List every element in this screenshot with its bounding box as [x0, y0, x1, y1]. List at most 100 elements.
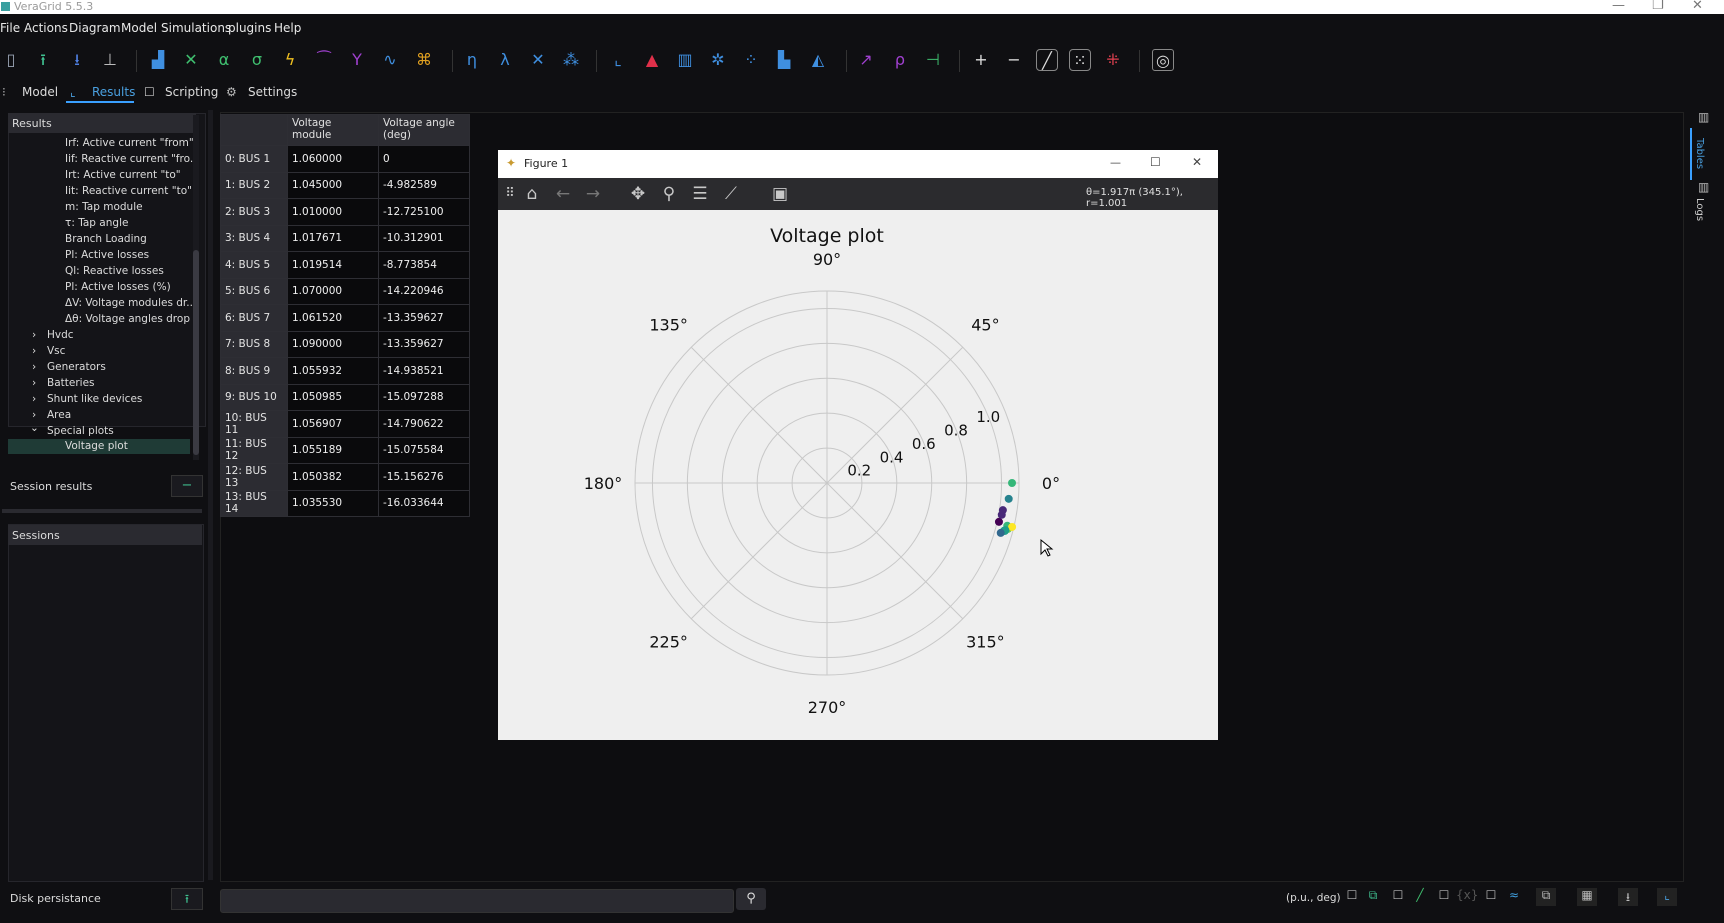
- cell-voltage-angle[interactable]: -12.725100: [378, 198, 470, 226]
- row-header[interactable]: 12: BUS 13: [220, 463, 288, 491]
- row-header[interactable]: 11: BUS 12: [220, 436, 288, 464]
- row-header[interactable]: 9: BUS 10: [220, 383, 288, 411]
- checkbox-icon[interactable]: ☐: [1481, 888, 1501, 906]
- menu-diagram[interactable]: Diagram: [69, 21, 121, 35]
- table-row[interactable]: 12: BUS 13 1.050382 -15.156276: [220, 463, 470, 491]
- wave-status-icon[interactable]: ≈: [1504, 888, 1524, 906]
- cell-voltage-angle[interactable]: -13.359627: [378, 330, 470, 358]
- tree-item[interactable]: ΔV: Voltage modules dr...: [65, 297, 196, 309]
- chevron-right-icon[interactable]: ›: [32, 361, 36, 373]
- sparkle-icon[interactable]: ✲: [707, 49, 729, 71]
- cell-voltage-angle[interactable]: -4.982589: [378, 171, 470, 199]
- cell-voltage-angle[interactable]: -8.773854: [378, 251, 470, 279]
- restore-window-icon[interactable]: ❐: [1652, 0, 1664, 13]
- chart-axis-icon[interactable]: ⌞: [607, 49, 629, 71]
- tree-group-area[interactable]: Area: [47, 409, 71, 421]
- cell-voltage-module[interactable]: 1.061520: [287, 304, 379, 332]
- zoom-icon[interactable]: ⚲: [657, 182, 681, 206]
- figure-close-icon[interactable]: ✕: [1192, 155, 1202, 169]
- new-file-icon[interactable]: ▯: [0, 49, 22, 71]
- close-window-icon[interactable]: ✕: [1692, 0, 1703, 13]
- checkbox-icon[interactable]: ☐: [1342, 888, 1362, 906]
- cell-voltage-module[interactable]: 1.019514: [287, 251, 379, 279]
- minimize-window-icon[interactable]: —: [1612, 0, 1625, 13]
- session-results-collapse-button[interactable]: −: [171, 475, 203, 497]
- chevron-right-icon[interactable]: ›: [32, 377, 36, 389]
- cell-voltage-angle[interactable]: -16.033644: [378, 489, 470, 517]
- row-header[interactable]: 2: BUS 3: [220, 198, 288, 226]
- menu-file[interactable]: File: [0, 21, 20, 35]
- save-file-icon[interactable]: ⭳: [66, 49, 88, 71]
- menu-simulations[interactable]: Simulations: [161, 21, 231, 35]
- export-icon[interactable]: ⊥: [99, 49, 121, 71]
- zoom-out-icon[interactable]: −: [1003, 49, 1025, 71]
- tables-dock-icon[interactable]: ▥: [1698, 110, 1709, 124]
- forward-icon[interactable]: →: [581, 182, 605, 206]
- zoom-in-icon[interactable]: +: [970, 49, 992, 71]
- tree-item[interactable]: Δθ: Voltage angles drop: [65, 313, 190, 325]
- row-header[interactable]: 7: BUS 8: [220, 330, 288, 358]
- tree-item[interactable]: m: Tap module: [65, 201, 143, 213]
- row-header[interactable]: 4: BUS 5: [220, 251, 288, 279]
- transform-icon[interactable]: ⧉: [1363, 888, 1383, 906]
- scatter-icon[interactable]: ⁘: [740, 49, 762, 71]
- tab-model[interactable]: Model: [22, 85, 58, 99]
- alpha-icon[interactable]: α: [213, 49, 235, 71]
- bracket-icon[interactable]: {x}: [1456, 888, 1478, 906]
- tree-group-shunt[interactable]: Shunt like devices: [47, 393, 142, 405]
- row-header[interactable]: 1: BUS 2: [220, 171, 288, 199]
- tool-3-icon[interactable]: ⊣: [922, 49, 944, 71]
- cell-voltage-module[interactable]: 1.055189: [287, 436, 379, 464]
- tree-scrollbar-thumb[interactable]: [193, 250, 199, 455]
- y-icon[interactable]: Y: [346, 49, 368, 71]
- splitter[interactable]: [2, 509, 202, 513]
- voltage-polar-plot[interactable]: Voltage plot 0° 45° 90° 135° 180° 225° 270° 315°…: [498, 210, 1218, 740]
- cell-voltage-module[interactable]: 1.070000: [287, 277, 379, 305]
- tree-item[interactable]: τ: Tap angle: [65, 217, 128, 229]
- table-row[interactable]: 4: BUS 5 1.019514 -8.773854: [220, 251, 470, 279]
- cell-voltage-angle[interactable]: -14.790622: [378, 410, 470, 438]
- cell-voltage-module[interactable]: 1.045000: [287, 171, 379, 199]
- tree-item[interactable]: Irt: Active current "to": [65, 169, 181, 181]
- cell-voltage-angle[interactable]: -15.075584: [378, 436, 470, 464]
- tree-group-special-plots[interactable]: Special plots: [47, 425, 114, 437]
- chevron-down-icon[interactable]: ⌄: [30, 422, 39, 434]
- table-row[interactable]: 1: BUS 2 1.045000 -4.982589: [220, 171, 470, 199]
- curve-icon[interactable]: ⁀: [313, 49, 335, 71]
- pan-icon[interactable]: ✥: [626, 182, 650, 206]
- clear-icon[interactable]: ⁜: [1102, 49, 1124, 71]
- menu-plugins[interactable]: plugins: [228, 21, 271, 35]
- chart-icon[interactable]: ⌞: [1657, 888, 1677, 906]
- tab-settings[interactable]: Settings: [248, 85, 297, 99]
- wave-icon[interactable]: ∿: [379, 49, 401, 71]
- search-button[interactable]: ⚲: [736, 888, 766, 910]
- row-header[interactable]: 5: BUS 6: [220, 277, 288, 305]
- cell-voltage-angle[interactable]: -14.220946: [378, 277, 470, 305]
- cell-voltage-module[interactable]: 1.060000: [287, 145, 379, 173]
- select-icon[interactable]: ⁙: [1069, 49, 1091, 71]
- menu-help[interactable]: Help: [274, 21, 301, 35]
- bug-icon[interactable]: ⌘: [413, 49, 435, 71]
- cell-voltage-angle[interactable]: -13.359627: [378, 304, 470, 332]
- slash-icon[interactable]: ╱: [1036, 49, 1058, 71]
- tree-item[interactable]: Branch Loading: [65, 233, 147, 245]
- tool-1-icon[interactable]: ↗: [855, 49, 877, 71]
- cell-voltage-module[interactable]: 1.010000: [287, 198, 379, 226]
- tool-2-icon[interactable]: ρ: [889, 49, 911, 71]
- cell-voltage-module[interactable]: 1.050985: [287, 383, 379, 411]
- download-icon[interactable]: ⭳: [1618, 888, 1638, 906]
- table-row[interactable]: 8: BUS 9 1.055932 -14.938521: [220, 357, 470, 385]
- chevron-right-icon[interactable]: ›: [32, 345, 36, 357]
- cell-voltage-module[interactable]: 1.056907: [287, 410, 379, 438]
- cell-voltage-angle[interactable]: -14.938521: [378, 357, 470, 385]
- open-file-icon[interactable]: ⭱: [32, 49, 54, 71]
- row-header[interactable]: 6: BUS 7: [220, 304, 288, 332]
- column-header-voltage-module[interactable]: Voltage module: [287, 114, 379, 146]
- bars-icon[interactable]: ▥: [674, 49, 696, 71]
- table-row[interactable]: 11: BUS 12 1.055189 -15.075584: [220, 436, 470, 464]
- vertical-splitter[interactable]: [208, 110, 213, 880]
- cluster-icon[interactable]: ⁂: [560, 49, 582, 71]
- tree-group-hvdc[interactable]: Hvdc: [47, 329, 74, 341]
- tree-item[interactable]: Iif: Reactive current "fro...: [65, 153, 200, 165]
- cell-voltage-module[interactable]: 1.055932: [287, 357, 379, 385]
